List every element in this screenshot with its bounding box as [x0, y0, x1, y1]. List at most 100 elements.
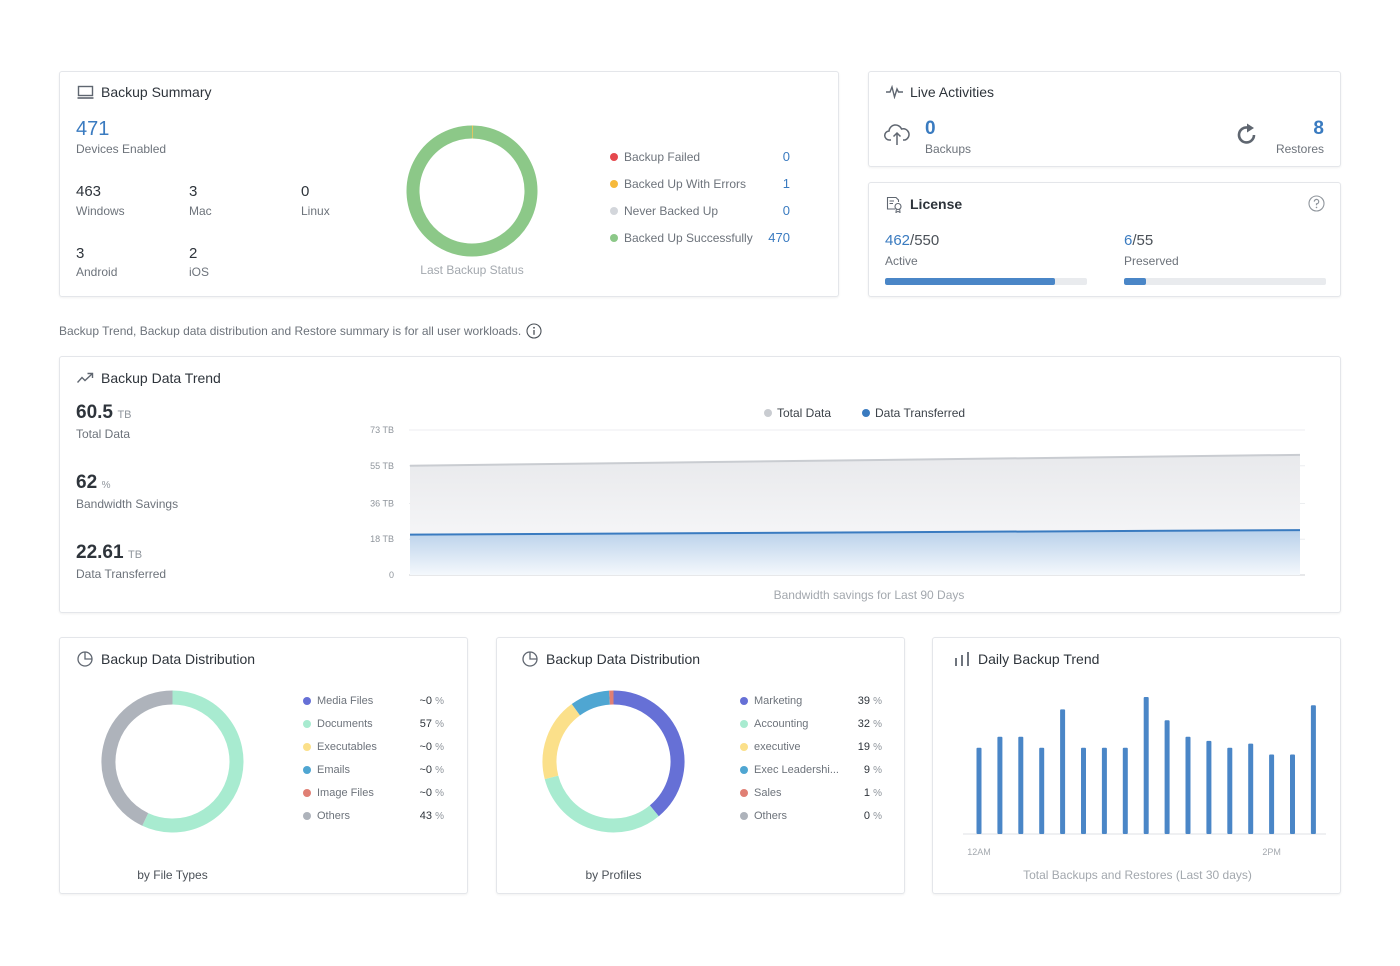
distribution-legend-item[interactable]: Documents [303, 718, 373, 730]
daily-bar[interactable] [1101, 747, 1107, 834]
legend-label: Others [754, 810, 788, 822]
legend-dot [303, 789, 311, 797]
daily-bar[interactable] [1039, 747, 1045, 834]
distribution-legend-item[interactable]: executive [740, 741, 800, 753]
daily-bar[interactable] [1290, 754, 1295, 834]
status-legend-value[interactable]: 470 [760, 230, 790, 245]
daily-bar[interactable] [1122, 747, 1128, 834]
live-restores-label: Restores [1275, 142, 1324, 156]
license-preserved-count[interactable]: 6/55 [1124, 232, 1153, 249]
daily-bar[interactable] [1164, 720, 1170, 834]
legend-percent: ~0 % [419, 695, 444, 707]
devices-enabled-value[interactable]: 471 [76, 118, 109, 141]
legend-percent: 1 % [863, 787, 882, 799]
y-tick-label: 36 TB [370, 498, 394, 508]
bar-chart-icon [953, 650, 971, 668]
info-note-text: Backup Trend, Backup data distribution a… [59, 324, 522, 338]
daily-bar[interactable] [1206, 740, 1212, 834]
daily-bar[interactable] [1018, 736, 1024, 834]
status-legend-value[interactable]: 0 [760, 203, 790, 218]
card-title-text: Live Activities [910, 84, 995, 100]
certificate-icon [885, 195, 903, 213]
license-active-used: 462 [885, 232, 911, 249]
platform-linux-label: Linux [301, 204, 330, 218]
distribution-legend-item[interactable]: Executables [303, 741, 377, 753]
platform-mac-value: 3 [189, 183, 198, 200]
daily-bar[interactable] [1081, 747, 1086, 834]
backup-summary-title: Backup Summary [76, 83, 211, 101]
legend-dot [764, 409, 772, 417]
legend-label: Media Files [317, 695, 374, 707]
backup-data-trend-chart[interactable]: 0 18 TB 36 TB 55 TB 73 TB Total Data Data Tran… [350, 397, 1320, 607]
legend-label: executive [754, 741, 801, 753]
backup-summary-card: Backup Summary 471 Devices Enabled 463 W… [59, 71, 839, 297]
donut-slice-documents[interactable] [142, 690, 244, 833]
legend-label: Marketing [754, 695, 803, 707]
trending-up-icon [76, 369, 94, 387]
daily-bar[interactable] [997, 736, 1003, 834]
donut-slice-exec-leadershi[interactable] [571, 690, 611, 716]
help-icon[interactable] [1308, 195, 1325, 217]
distribution-legend-item[interactable]: Exec Leadershi... [740, 764, 839, 776]
stat-value: 22.61 [76, 542, 124, 563]
stat-bandwidth-savings: 62 % [76, 472, 111, 494]
legend-percent: 0 % [863, 810, 882, 822]
legend-label[interactable]: Data Transferred [875, 406, 965, 420]
stat-value: 62 [76, 472, 98, 493]
file-types-donut[interactable] [100, 689, 245, 834]
distribution-legend-item[interactable]: Others [303, 810, 350, 822]
donut-slice-accounting[interactable] [544, 775, 659, 833]
distribution-legend-item[interactable]: Emails [303, 764, 350, 776]
info-icon[interactable] [526, 323, 542, 339]
card-title-text: License [910, 196, 963, 212]
distribution-legend-item[interactable]: Media Files [303, 695, 373, 707]
distribution-legend-item[interactable]: Marketing [740, 695, 802, 707]
legend-percent: 19 % [857, 741, 882, 753]
distribution-legend-item[interactable]: Image Files [303, 787, 374, 799]
live-backups-value[interactable]: 0 [925, 118, 936, 140]
status-legend-value[interactable]: 1 [760, 176, 790, 191]
distribution-legend-item[interactable]: Others [740, 810, 787, 822]
stat-data-transferred-label: Data Transferred [76, 567, 167, 581]
live-backups-label: Backups [925, 142, 972, 156]
legend-label: Never Backed Up [624, 204, 719, 218]
daily-bar[interactable] [1185, 736, 1191, 834]
legend-dot [303, 743, 311, 751]
status-legend-item[interactable]: Backup Failed [610, 150, 700, 164]
x-tick-label: 12AM [967, 847, 991, 857]
donut-slice-executive[interactable] [542, 704, 581, 780]
daily-bar[interactable] [1060, 709, 1066, 834]
live-restores-value[interactable]: 8 [1313, 118, 1324, 140]
status-legend-item[interactable]: Backed Up Successfully [610, 231, 753, 245]
y-tick-label: 73 TB [370, 425, 394, 435]
daily-bar[interactable] [1248, 743, 1254, 834]
status-legend-item[interactable]: Backed Up With Errors [610, 177, 746, 191]
legend-percent: ~0 % [419, 741, 444, 753]
daily-bar[interactable] [1310, 705, 1316, 834]
distribution-legend-item[interactable]: Sales [740, 787, 782, 799]
legend-label: Others [317, 810, 351, 822]
status-legend-item[interactable]: Never Backed Up [610, 204, 718, 218]
profiles-donut[interactable] [541, 689, 686, 834]
daily-bar[interactable] [1143, 697, 1149, 834]
pie-chart-icon [521, 650, 539, 668]
platform-mac-label: Mac [189, 204, 212, 218]
legend-dot [862, 409, 870, 417]
daily-bar[interactable] [1227, 747, 1233, 834]
distribution-legend-item[interactable]: Accounting [740, 718, 808, 730]
daily-bar[interactable] [976, 747, 982, 834]
legend-dot [740, 812, 748, 820]
legend-dot [303, 720, 311, 728]
stat-total-data: 60.5 TB [76, 402, 132, 424]
status-legend-value[interactable]: 0 [760, 149, 790, 164]
card-title-text: Backup Data Trend [101, 370, 221, 386]
daily-bar[interactable] [1269, 754, 1275, 834]
legend-label: Exec Leadershi... [754, 764, 839, 776]
donut-slice-others[interactable] [101, 690, 173, 826]
legend-label[interactable]: Total Data [777, 406, 831, 420]
license-active-count[interactable]: 462/550 [885, 232, 939, 249]
last-backup-status-donut[interactable] [406, 125, 538, 257]
donut-slice-marketing[interactable] [613, 690, 685, 817]
daily-backup-trend-chart[interactable]: 12AM 2PM [953, 688, 1333, 863]
donut-slice-backed-up-successfully[interactable] [406, 125, 538, 257]
